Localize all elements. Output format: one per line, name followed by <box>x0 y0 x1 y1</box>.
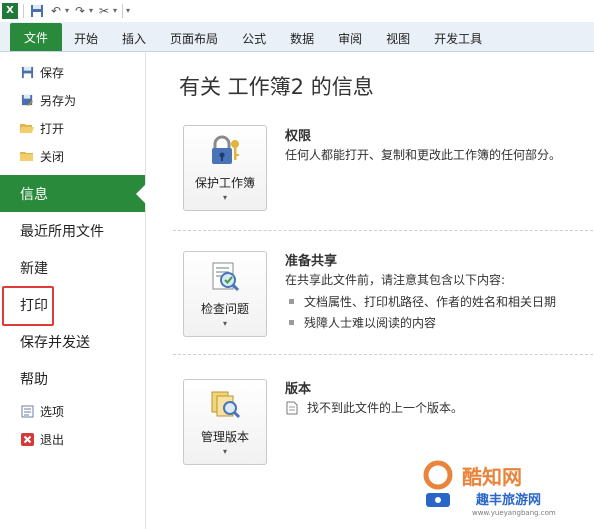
customize-toolbar-icon[interactable]: ▾ <box>126 6 130 15</box>
protect-workbook-label: 保护工作簿 <box>194 176 255 190</box>
tab-developer[interactable]: 开发工具 <box>422 25 494 51</box>
versions-icon <box>211 391 241 419</box>
backstage-options[interactable]: 选项 <box>0 397 145 425</box>
undo-dropdown-icon[interactable]: ▾ <box>65 6 69 15</box>
section-divider <box>173 354 593 355</box>
check-issues-label: 检查问题 <box>200 302 249 316</box>
toolbar-separator <box>122 3 124 18</box>
tab-review[interactable]: 审阅 <box>326 25 374 51</box>
backstage-info[interactable]: 信息 <box>0 175 146 212</box>
section-divider <box>173 230 593 231</box>
tab-view[interactable]: 视图 <box>374 25 422 51</box>
redo-dropdown-icon[interactable]: ▾ <box>89 6 93 15</box>
backstage-exit[interactable]: 退出 <box>0 425 145 453</box>
backstage-save-as[interactable]: 另存为 <box>0 86 145 114</box>
print-highlight-box <box>2 286 54 326</box>
backstage-options-label: 选项 <box>40 404 65 419</box>
backstage-recent[interactable]: 最近所用文件 <box>0 212 145 249</box>
prepare-description: 在共享此文件前，请注意其包含以下内容: <box>285 273 506 287</box>
options-icon <box>20 404 34 418</box>
versions-note-text: 找不到此文件的上一个版本。 <box>307 401 464 415</box>
versions-heading: 版本 <box>285 382 312 397</box>
chevron-down-icon: ▾ <box>222 447 227 456</box>
backstage-save-as-label: 另存为 <box>40 93 77 108</box>
tab-home[interactable]: 开始 <box>62 25 110 51</box>
tools-dropdown-icon[interactable]: ▾ <box>113 6 117 15</box>
backstage-nav: 保存 另存为 打开 关闭 信息 最近所用文件 新建 打印 保存并发送 帮助 选项 <box>0 52 146 529</box>
toolbar-separator <box>23 3 24 18</box>
exit-icon <box>20 432 34 446</box>
prepare-heading: 准备共享 <box>285 254 338 269</box>
ribbon-tabs: 文件 开始 插入 页面布局 公式 数据 审阅 视图 开发工具 <box>0 22 594 52</box>
save-icon <box>20 65 34 79</box>
bullet-icon <box>289 320 294 325</box>
document-icon <box>286 401 298 414</box>
tab-insert[interactable]: 插入 <box>110 25 158 51</box>
inspect-document-icon <box>212 262 240 292</box>
save-icon[interactable] <box>29 3 45 19</box>
backstage-exit-label: 退出 <box>40 432 65 447</box>
backstage-new[interactable]: 新建 <box>0 249 145 286</box>
page-title: 有关 工作簿2 的信息 <box>179 75 374 99</box>
backstage-close[interactable]: 关闭 <box>0 142 145 170</box>
watermark: 酷知网 趣丰旅游网 www.yueyangbang.com <box>416 455 586 525</box>
protect-workbook-button[interactable]: 保护工作簿 ▾ <box>183 125 267 211</box>
watermark-url: www.yueyangbang.com <box>472 509 556 517</box>
redo-icon[interactable]: ↷ <box>72 3 88 19</box>
watermark-site-name: 趣丰旅游网 <box>476 493 542 508</box>
backstage-save[interactable]: 保存 <box>0 58 145 86</box>
tab-data[interactable]: 数据 <box>278 25 326 51</box>
backstage-help[interactable]: 帮助 <box>0 360 145 397</box>
chevron-down-icon: ▾ <box>222 193 227 202</box>
permissions-heading: 权限 <box>285 129 312 144</box>
versions-note: 找不到此文件的上一个版本。 <box>285 399 463 416</box>
manage-versions-label: 管理版本 <box>200 430 249 444</box>
quick-access-toolbar: X ↶ ▾ ↷ ▾ ✂ ▾ ▾ <box>0 0 594 22</box>
manage-versions-button[interactable]: 管理版本 ▾ <box>183 379 267 465</box>
check-issues-button[interactable]: 检查问题 ▾ <box>183 251 267 337</box>
list-item: 残障人士难以阅读的内容 <box>285 314 436 331</box>
backstage-save-label: 保存 <box>40 65 65 80</box>
lock-key-icon <box>212 135 239 164</box>
open-folder-icon <box>20 121 34 135</box>
backstage-save-send[interactable]: 保存并发送 <box>0 323 145 360</box>
tab-page-layout[interactable]: 页面布局 <box>158 25 230 51</box>
close-folder-icon <box>20 149 34 163</box>
backstage-open-label: 打开 <box>40 121 65 136</box>
tab-file[interactable]: 文件 <box>10 23 63 51</box>
excel-icon: X <box>2 2 18 19</box>
backstage-print[interactable]: 打印 <box>0 286 145 326</box>
undo-icon[interactable]: ↶ <box>48 3 64 19</box>
tools-icon[interactable]: ✂ <box>96 3 112 19</box>
chevron-down-icon: ▾ <box>222 319 227 328</box>
list-item: 文档属性、打印机路径、作者的姓名和相关日期 <box>285 293 556 310</box>
permissions-description: 任何人都能打开、复制和更改此工作簿的任何部分。 <box>285 148 562 162</box>
backstage-close-label: 关闭 <box>40 149 65 164</box>
watermark-logo-icon <box>423 460 453 507</box>
watermark-brand: 酷知网 <box>462 465 522 489</box>
tab-formulas[interactable]: 公式 <box>230 25 278 51</box>
bullet-text: 文档属性、打印机路径、作者的姓名和相关日期 <box>304 295 557 309</box>
bullet-text: 残障人士难以阅读的内容 <box>304 316 437 330</box>
bullet-icon <box>289 299 294 304</box>
save-as-icon <box>20 93 34 107</box>
backstage-open[interactable]: 打开 <box>0 114 145 142</box>
